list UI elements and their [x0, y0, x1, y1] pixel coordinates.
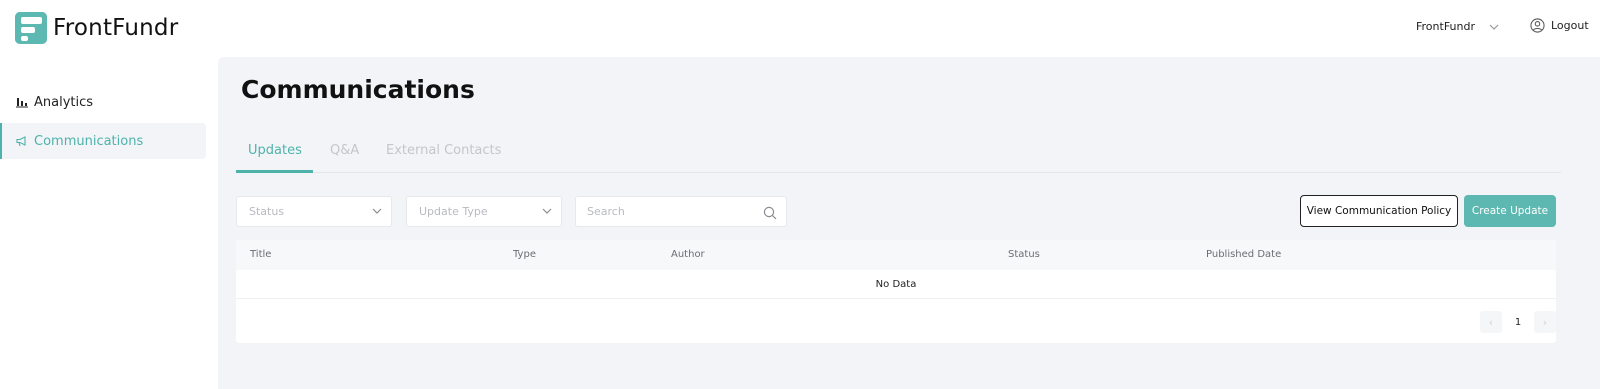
pagination-prev-button[interactable]: ‹	[1480, 311, 1502, 333]
status-filter-placeholder: Status	[249, 205, 285, 218]
active-tab-indicator	[236, 170, 313, 173]
sidebar: Analytics Communications	[0, 57, 218, 389]
table-empty-state: No Data	[236, 270, 1556, 299]
search-input[interactable]	[576, 197, 746, 226]
chevron-down-icon	[1489, 20, 1499, 33]
sidebar-item-label: Analytics	[34, 94, 94, 110]
sidebar-item-label: Communications	[34, 133, 144, 149]
logout-label: Logout	[1551, 19, 1589, 32]
tab-external-contacts[interactable]: External Contacts	[386, 143, 501, 158]
table-header: Title Type Author Status Published Date	[236, 240, 1556, 270]
search-icon[interactable]	[763, 205, 777, 220]
updates-table: Title Type Author Status Published Date …	[236, 240, 1556, 343]
top-header: FrontFundr FrontFundr Logout	[0, 0, 1600, 57]
app-logo[interactable]: FrontFundr	[15, 12, 178, 44]
page-title: Communications	[241, 75, 475, 104]
status-filter-select[interactable]: Status	[236, 196, 392, 227]
view-communication-policy-button[interactable]: View Communication Policy	[1300, 195, 1458, 227]
pagination-next-button[interactable]: ›	[1534, 311, 1556, 333]
search-box	[575, 196, 787, 227]
tab-qa[interactable]: Q&A	[330, 143, 359, 158]
pagination: ‹ 1 ›	[1480, 311, 1556, 333]
chevron-down-icon	[542, 206, 552, 216]
update-type-filter-placeholder: Update Type	[419, 205, 488, 218]
sidebar-item-analytics[interactable]: Analytics	[0, 84, 206, 120]
bar-chart-icon	[16, 96, 28, 108]
pagination-page-1[interactable]: 1	[1502, 311, 1534, 333]
megaphone-icon	[16, 135, 28, 147]
logo-icon	[15, 12, 47, 44]
update-type-filter-select[interactable]: Update Type	[406, 196, 562, 227]
sidebar-item-communications[interactable]: Communications	[0, 123, 206, 159]
column-header-author: Author	[671, 249, 705, 260]
column-header-status: Status	[1008, 249, 1040, 260]
main-content: Communications Updates Q&A External Cont…	[218, 57, 1600, 389]
tab-updates[interactable]: Updates	[248, 143, 302, 158]
column-header-published-date: Published Date	[1206, 249, 1282, 260]
column-header-title: Title	[250, 249, 272, 260]
create-update-button[interactable]: Create Update	[1464, 195, 1556, 227]
app-name: FrontFundr	[53, 15, 179, 41]
user-icon	[1530, 18, 1545, 33]
tab-bar: Updates Q&A External Contacts	[236, 135, 1561, 173]
chevron-down-icon	[372, 206, 382, 216]
column-header-type: Type	[513, 249, 536, 260]
logout-button[interactable]: Logout	[1530, 18, 1589, 33]
org-selector[interactable]: FrontFundr	[1416, 20, 1499, 33]
org-selector-label: FrontFundr	[1416, 20, 1475, 33]
